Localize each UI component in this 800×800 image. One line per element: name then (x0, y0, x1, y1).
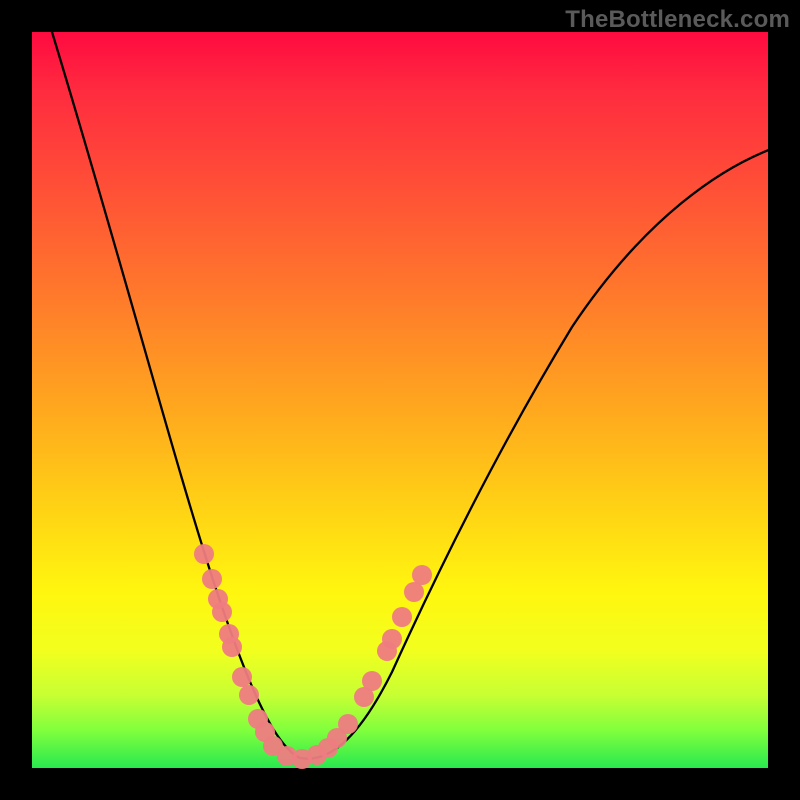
curve-layer (32, 32, 768, 768)
scatter-point (362, 671, 382, 691)
scatter-point (392, 607, 412, 627)
scatter-point (212, 602, 232, 622)
watermark-text: TheBottleneck.com (565, 6, 790, 34)
scatter-point (412, 565, 432, 585)
scatter-group (194, 544, 432, 769)
plot-area (32, 32, 768, 768)
scatter-point (404, 582, 424, 602)
scatter-point (202, 569, 222, 589)
outer-frame: TheBottleneck.com (0, 0, 800, 800)
bottleneck-curve (52, 32, 792, 759)
scatter-point (232, 667, 252, 687)
scatter-point (382, 629, 402, 649)
scatter-point (222, 637, 242, 657)
scatter-point (338, 714, 358, 734)
scatter-point (239, 685, 259, 705)
scatter-point (194, 544, 214, 564)
